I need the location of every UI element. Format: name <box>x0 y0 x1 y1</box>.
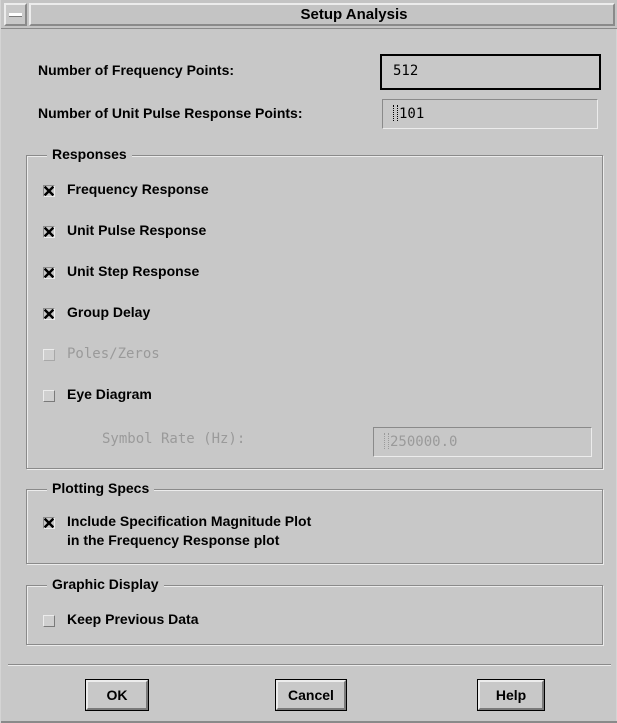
setup-analysis-dialog: Setup Analysis Number of Frequency Point… <box>0 0 617 723</box>
text-cursor <box>384 433 389 449</box>
spec-magnitude-plot-checkbox[interactable] <box>43 517 55 529</box>
window-menu-icon[interactable] <box>4 3 27 26</box>
checkmark-icon <box>44 309 54 319</box>
symbol-rate-value: 250000.0 <box>390 434 458 450</box>
unit-step-response-label[interactable]: Unit Step Response <box>67 263 199 279</box>
freq-points-label: Number of Frequency Points: <box>38 62 235 78</box>
group-delay-checkbox[interactable] <box>43 308 55 320</box>
title-field[interactable]: Setup Analysis <box>29 3 615 26</box>
poles-zeros-checkbox <box>43 349 55 361</box>
keep-previous-data-label[interactable]: Keep Previous Data <box>67 611 199 627</box>
cancel-button[interactable]: Cancel <box>275 679 347 711</box>
help-button[interactable]: Help <box>477 679 545 711</box>
button-separator <box>8 664 611 666</box>
freq-points-input[interactable]: 512 <box>380 54 601 90</box>
window-title: Setup Analysis <box>300 6 408 23</box>
frequency-response-label[interactable]: Frequency Response <box>67 181 209 197</box>
checkmark-icon <box>44 268 54 278</box>
graphic-display-group-title: Graphic Display <box>47 576 164 592</box>
unit-pulse-response-checkbox[interactable] <box>43 226 55 238</box>
eye-diagram-label[interactable]: Eye Diagram <box>67 386 152 402</box>
keep-previous-data-checkbox[interactable] <box>43 615 55 627</box>
freq-points-value: 512 <box>393 63 419 79</box>
unit-step-response-checkbox[interactable] <box>43 267 55 279</box>
frequency-response-checkbox[interactable] <box>43 185 55 197</box>
pulse-points-input[interactable]: 101 <box>382 99 598 129</box>
pulse-points-value: 101 <box>399 106 425 122</box>
plotting-specs-group-title: Plotting Specs <box>47 480 155 496</box>
spec-magnitude-plot-label-line1[interactable]: Include Specification Magnitude Plot <box>67 513 311 529</box>
unit-pulse-response-label[interactable]: Unit Pulse Response <box>67 222 206 238</box>
pulse-points-label: Number of Unit Pulse Response Points: <box>38 105 303 121</box>
checkmark-icon <box>44 227 54 237</box>
responses-group-title: Responses <box>47 146 132 162</box>
group-delay-label[interactable]: Group Delay <box>67 304 150 320</box>
ok-button[interactable]: OK <box>85 679 149 711</box>
poles-zeros-label: Poles/Zeros <box>67 346 160 362</box>
text-cursor <box>393 105 398 121</box>
title-bar[interactable]: Setup Analysis <box>1 0 617 29</box>
symbol-rate-input: 250000.0 <box>373 427 592 457</box>
checkmark-icon <box>44 186 54 196</box>
eye-diagram-checkbox[interactable] <box>43 390 55 402</box>
spec-magnitude-plot-label-line2[interactable]: in the Frequency Response plot <box>67 532 279 548</box>
symbol-rate-label: Symbol Rate (Hz): <box>102 431 246 447</box>
checkmark-icon <box>44 518 54 528</box>
